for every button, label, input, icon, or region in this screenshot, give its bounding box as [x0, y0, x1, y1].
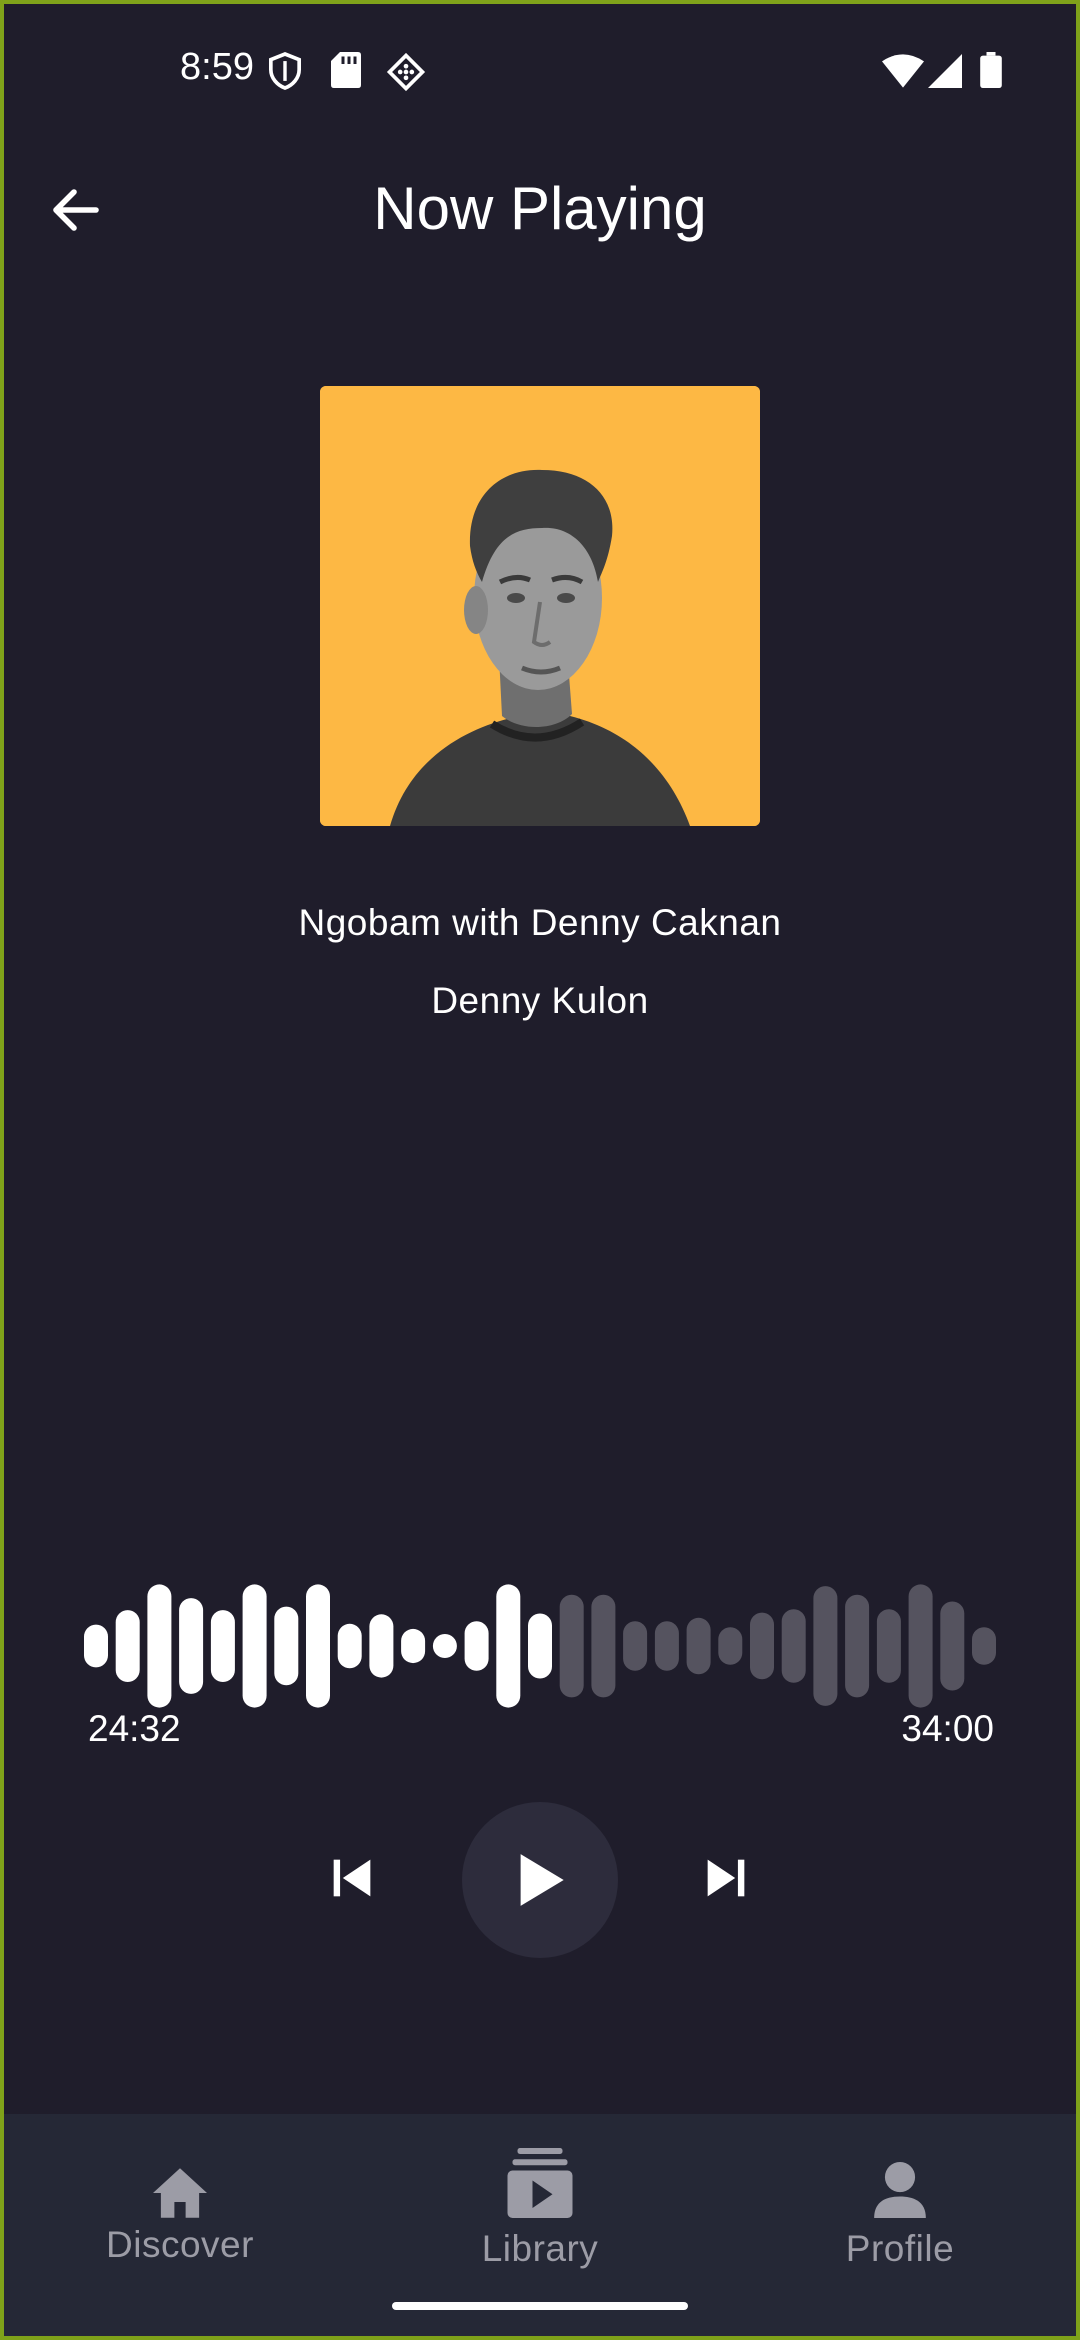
elapsed-time: 24:32 — [88, 1708, 181, 1749]
waveform-bar — [306, 1584, 330, 1708]
nav-label: Discover — [106, 2224, 254, 2265]
page-title: Now Playing — [373, 175, 707, 242]
previous-button[interactable] — [320, 1846, 384, 1910]
play-icon — [520, 1854, 564, 1906]
library-icon — [507, 2148, 573, 2218]
waveform-bar — [432, 1634, 457, 1658]
waveform-bar — [908, 1584, 933, 1708]
skip-previous-icon — [333, 1859, 371, 1897]
next-button[interactable] — [694, 1846, 758, 1910]
waveform-bar — [845, 1594, 870, 1698]
waveform-bar — [147, 1584, 172, 1708]
waveform-bar — [242, 1584, 267, 1708]
waveform-bar — [718, 1627, 743, 1665]
waveform-bar — [496, 1584, 521, 1708]
waveform-bar — [813, 1586, 838, 1706]
waveform-bar — [210, 1610, 235, 1682]
waveform-bar — [464, 1621, 489, 1671]
battery-icon — [980, 52, 1002, 93]
waveform-bar — [972, 1627, 996, 1665]
signal-icon — [928, 54, 962, 93]
total-duration: 34:00 — [901, 1708, 994, 1749]
waveform-bar — [369, 1614, 394, 1678]
waveform-bar — [750, 1612, 774, 1680]
waveform-bar — [781, 1609, 806, 1683]
track-title: Ngobam with Denny Caknan — [298, 902, 782, 943]
waveform-bar — [559, 1594, 584, 1698]
artist-photo — [320, 386, 760, 826]
waveform-bar — [179, 1598, 204, 1694]
waveform-bar — [876, 1609, 901, 1683]
nav-label: Library — [481, 2228, 599, 2269]
cover-art — [320, 386, 760, 826]
track-artist: Denny Kulon — [431, 980, 649, 1021]
device-frame — [0, 0, 1080, 2340]
status-time: 8:59 — [180, 46, 254, 88]
waveform-bar — [84, 1624, 108, 1668]
waveform-bar — [401, 1628, 426, 1664]
skip-next-icon — [707, 1859, 745, 1897]
nav-item-profile[interactable]: Profile — [780, 2138, 1020, 2270]
waveform-bar — [654, 1621, 679, 1671]
waveform-bar — [591, 1594, 616, 1698]
home-indicator — [392, 2302, 688, 2310]
status-bar: 8:59 — [0, 0, 1080, 140]
play-button[interactable] — [462, 1802, 618, 1958]
waveform-bar — [115, 1610, 140, 1682]
waveform-seekbar[interactable] — [84, 1584, 996, 1708]
nav-item-discover[interactable]: Discover — [60, 2138, 300, 2266]
wifi-icon — [882, 54, 924, 93]
home-icon — [153, 2168, 207, 2218]
waveform-bar — [337, 1623, 362, 1669]
person-icon — [874, 2162, 926, 2218]
sd-card-icon — [330, 52, 362, 93]
waveform-bar — [274, 1606, 299, 1686]
nav-label: Profile — [845, 2228, 955, 2269]
waveform-bar — [686, 1617, 711, 1675]
waveform-bar — [528, 1613, 552, 1679]
shield-icon — [268, 52, 302, 95]
waveform-bar — [940, 1601, 965, 1691]
nav-item-library[interactable]: Library — [420, 2138, 660, 2270]
waveform-bar — [623, 1621, 648, 1671]
diamond-grid-icon — [386, 52, 426, 97]
